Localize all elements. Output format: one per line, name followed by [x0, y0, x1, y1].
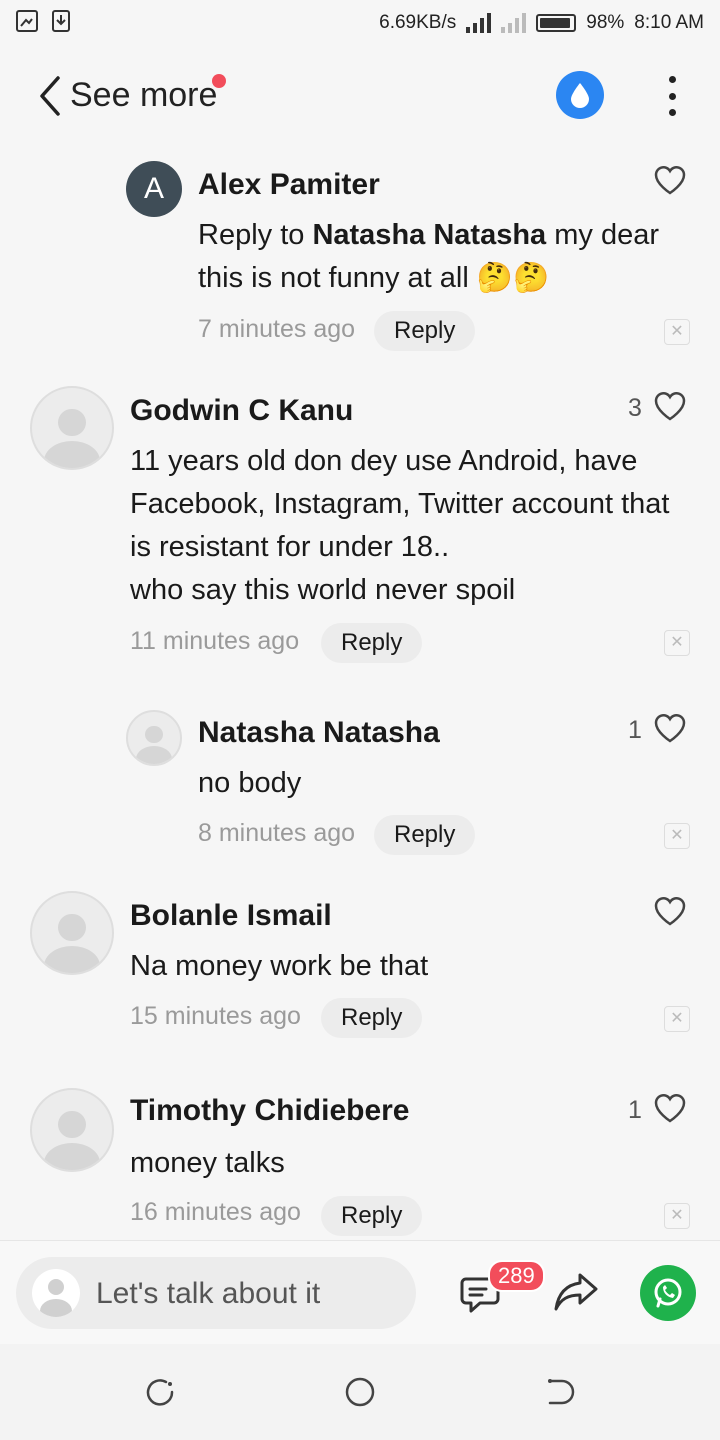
comment-timestamp: 15 minutes ago — [130, 1002, 301, 1030]
comment-text: money talks — [130, 1147, 285, 1179]
avatar — [32, 1269, 80, 1317]
heart-icon[interactable] — [653, 895, 687, 927]
comment-text: 11 years old don dey use Android, have F… — [130, 445, 670, 606]
gallery-icon — [16, 10, 38, 32]
close-icon[interactable]: ✕ — [664, 1006, 690, 1032]
droplet-icon — [571, 83, 589, 108]
comment-item: Godwin C Kanu 3 11 years old don dey use… — [0, 374, 720, 684]
close-icon[interactable]: ✕ — [664, 630, 690, 656]
home-icon[interactable] — [344, 1376, 376, 1408]
comment-input-placeholder: Let's talk about it — [96, 1277, 321, 1310]
droplet-button[interactable] — [556, 71, 604, 119]
avatar[interactable] — [30, 1088, 114, 1172]
comment-item: Natasha Natasha 1 no body 8 minutes ago … — [0, 694, 720, 874]
comment-text: Reply to Natasha Natasha my dear this is… — [198, 219, 659, 294]
heart-icon[interactable] — [653, 1092, 687, 1124]
status-bar: 6.69KB/s 98% 8:10 AM — [0, 0, 720, 48]
comment-input[interactable]: Let's talk about it — [16, 1257, 416, 1329]
share-icon[interactable] — [552, 1269, 600, 1315]
like-count: 1 — [628, 716, 642, 744]
comment-timestamp: 11 minutes ago — [130, 627, 300, 655]
header: See more — [0, 48, 720, 144]
reply-button[interactable]: Reply — [374, 311, 476, 351]
more-icon[interactable] — [660, 76, 684, 116]
comment-item: A Alex Pamiter Reply to Natasha Natasha … — [0, 144, 720, 374]
avatar[interactable] — [30, 891, 114, 975]
download-icon — [52, 10, 70, 32]
close-icon[interactable]: ✕ — [664, 823, 690, 849]
avatar[interactable] — [30, 386, 114, 470]
like-count: 3 — [628, 394, 642, 422]
battery-percent: 98% — [586, 12, 625, 33]
back-icon[interactable] — [30, 72, 70, 120]
back-nav-icon[interactable] — [544, 1376, 576, 1408]
comment-text: no body — [198, 767, 302, 799]
whatsapp-icon — [654, 1278, 682, 1308]
battery-icon — [536, 14, 577, 32]
clock: 8:10 AM — [634, 12, 704, 33]
comment-timestamp: 16 minutes ago — [130, 1198, 301, 1226]
navigation-bar — [0, 1344, 720, 1440]
avatar[interactable] — [126, 710, 182, 766]
comment-timestamp: 7 minutes ago — [198, 315, 356, 343]
reply-button[interactable]: Reply — [321, 1196, 423, 1236]
signal-icon — [466, 13, 492, 33]
comment-count-badge: 289 — [488, 1260, 545, 1292]
notification-dot — [212, 74, 226, 88]
avatar[interactable]: A — [126, 161, 182, 217]
recent-apps-icon[interactable] — [144, 1376, 176, 1408]
heart-icon[interactable] — [653, 712, 687, 744]
reply-button[interactable]: Reply — [321, 623, 423, 663]
whatsapp-button[interactable] — [640, 1265, 696, 1321]
heart-icon[interactable] — [653, 390, 687, 422]
comment-author[interactable]: Godwin C Kanu — [130, 394, 353, 428]
like-count: 1 — [628, 1096, 642, 1124]
reply-button[interactable]: Reply — [374, 815, 476, 855]
comment-item: Bolanle Ismail Na money work be that 15 … — [0, 879, 720, 1069]
comment-author[interactable]: Natasha Natasha — [198, 716, 440, 750]
comment-item: Timothy Chidiebere 1 money talks 16 minu… — [0, 1076, 720, 1240]
heart-icon[interactable] — [653, 164, 687, 196]
reply-button[interactable]: Reply — [321, 998, 423, 1038]
close-icon[interactable]: ✕ — [664, 319, 690, 345]
comment-author[interactable]: Bolanle Ismail — [130, 899, 332, 933]
network-speed: 6.69KB/s — [379, 12, 457, 33]
comment-text: Na money work be that — [130, 950, 429, 982]
comment-timestamp: 8 minutes ago — [198, 819, 356, 847]
comment-author[interactable]: Alex Pamiter — [198, 168, 380, 202]
close-icon[interactable]: ✕ — [664, 1203, 690, 1229]
mention-link[interactable]: Natasha Natasha — [312, 219, 546, 251]
comment-input-bar: Let's talk about it 289 — [0, 1240, 720, 1345]
signal-2-icon — [501, 13, 527, 33]
comment-list: A Alex Pamiter Reply to Natasha Natasha … — [0, 144, 720, 1240]
see-more-label[interactable]: See more — [70, 76, 217, 115]
comment-author[interactable]: Timothy Chidiebere — [130, 1094, 410, 1128]
